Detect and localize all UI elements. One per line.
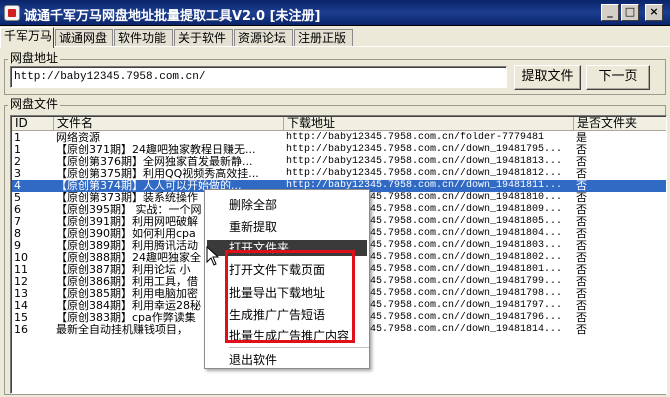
cell-is-folder: 否	[576, 312, 587, 324]
cell-id: 5	[14, 192, 21, 204]
cell-id: 7	[14, 216, 21, 228]
cell-id: 16	[14, 324, 28, 336]
col-is-folder[interactable]: 是否文件夹	[574, 117, 666, 131]
tab-divider	[0, 46, 670, 47]
menu-separator	[229, 347, 369, 348]
cell-is-folder: 否	[576, 156, 587, 168]
cell-is-folder: 否	[576, 288, 587, 300]
window-title: 诚通千军万马网盘地址批量提取工具V2.0 [未注册]	[24, 9, 321, 24]
maximize-button[interactable]: □	[621, 4, 639, 21]
tab-qianjunwanma[interactable]: 千军万马	[0, 27, 54, 48]
menu-export-urls[interactable]: 批量导出下载地址	[229, 286, 325, 300]
cell-is-folder: 否	[576, 324, 587, 336]
cell-is-folder: 否	[576, 300, 587, 312]
tab-about[interactable]: 关于软件	[174, 29, 233, 47]
cell-id: 8	[14, 228, 21, 240]
cell-id: 1	[14, 132, 21, 144]
cell-is-folder: 否	[576, 192, 587, 204]
tab-chengtong[interactable]: 诚通网盘	[55, 29, 113, 47]
cell-url: http://baby12345.7958.com.cn//down_19481…	[286, 156, 563, 167]
next-page-button[interactable]: 下一页	[586, 65, 650, 90]
cell-id: 4	[14, 180, 21, 192]
cell-is-folder: 是	[576, 132, 587, 144]
cell-is-folder: 否	[576, 216, 587, 228]
cell-id: 12	[14, 276, 28, 288]
menu-exit[interactable]: 退出软件	[229, 353, 277, 367]
cell-url: http://baby12345.7958.com.cn//down_19481…	[286, 168, 563, 179]
col-filename[interactable]: 文件名	[54, 117, 284, 131]
cell-is-folder: 否	[576, 264, 587, 276]
cell-filename: 【原创第376期】全网独家首发最新静...	[56, 156, 253, 168]
cell-id: 14	[14, 300, 28, 312]
tab-forum[interactable]: 资源论坛	[234, 29, 293, 47]
table-row[interactable]: 3 【原创第375期】利用QQ视频秀高效挂... http://baby12345.…	[12, 168, 666, 180]
cell-filename: 【原创371期】24趣吧独家教程日赚无...	[56, 144, 256, 156]
menu-open-download-page[interactable]: 打开文件下载页面	[229, 263, 325, 277]
title-bar: 诚通千军万马网盘地址批量提取工具V2.0 [未注册] _ □ ×	[0, 0, 670, 26]
cell-is-folder: 否	[576, 144, 587, 156]
address-group-label: 网盘地址	[8, 51, 61, 65]
menu-generate-ad-phrase[interactable]: 生成推广广告短语	[229, 308, 325, 322]
cell-is-folder: 否	[576, 168, 587, 180]
cell-id: 3	[14, 168, 21, 180]
cell-filename: 【原创第375期】利用QQ视频秀高效挂...	[56, 168, 259, 180]
tab-register[interactable]: 注册正版	[294, 29, 353, 47]
close-button[interactable]: ×	[645, 4, 663, 21]
cell-is-folder: 否	[576, 180, 587, 192]
context-menu: 删除全部 重新提取 打开文件夹 打开文件下载页面 批量导出下载地址 生成推广广告…	[204, 189, 370, 369]
minimize-button[interactable]: _	[601, 4, 619, 21]
mouse-cursor-icon	[206, 246, 220, 266]
app-icon	[4, 5, 20, 21]
menu-delete-all[interactable]: 删除全部	[229, 198, 277, 212]
tab-features[interactable]: 软件功能	[114, 29, 173, 47]
extract-button[interactable]: 提取文件	[514, 65, 581, 90]
cell-id: 13	[14, 288, 28, 300]
menu-re-extract[interactable]: 重新提取	[229, 220, 277, 234]
menu-generate-ad-content[interactable]: 批量生成广告推广内容	[229, 329, 349, 343]
table-row[interactable]: 1 【原创371期】24趣吧独家教程日赚无... http://baby12345.…	[12, 144, 666, 156]
table-row[interactable]: 2 【原创第376期】全网独家首发最新静... http://baby12345.7…	[12, 156, 666, 168]
cell-is-folder: 否	[576, 252, 587, 264]
cell-id: 1	[14, 144, 21, 156]
cell-id: 6	[14, 204, 21, 216]
table-row[interactable]: 1 网络资源 http://baby12345.7958.com.cn/folder…	[12, 132, 666, 144]
col-url[interactable]: 下载地址	[284, 117, 574, 131]
col-id[interactable]: ID	[12, 117, 54, 131]
address-input[interactable]: http://baby12345.7958.com.cn/	[10, 66, 507, 88]
cell-filename: 网络资源	[56, 132, 100, 144]
cell-is-folder: 否	[576, 228, 587, 240]
cell-id: 11	[14, 264, 28, 276]
cell-id: 10	[14, 252, 28, 264]
cell-url: http://baby12345.7958.com.cn//down_19481…	[286, 144, 563, 155]
cell-is-folder: 否	[576, 240, 587, 252]
cell-id: 9	[14, 240, 21, 252]
cell-is-folder: 否	[576, 276, 587, 288]
list-header: ID 文件名 下载地址 是否文件夹	[12, 117, 666, 131]
cell-url: http://baby12345.7958.com.cn/folder-7779…	[286, 132, 545, 143]
tab-strip: 千军万马 诚通网盘 软件功能 关于软件 资源论坛 注册正版	[0, 27, 670, 48]
menu-open-folder[interactable]: 打开文件夹	[229, 241, 289, 255]
cell-id: 15	[14, 312, 28, 324]
cell-is-folder: 否	[576, 204, 587, 216]
files-group-label: 网盘文件	[8, 97, 61, 111]
cell-id: 2	[14, 156, 21, 168]
